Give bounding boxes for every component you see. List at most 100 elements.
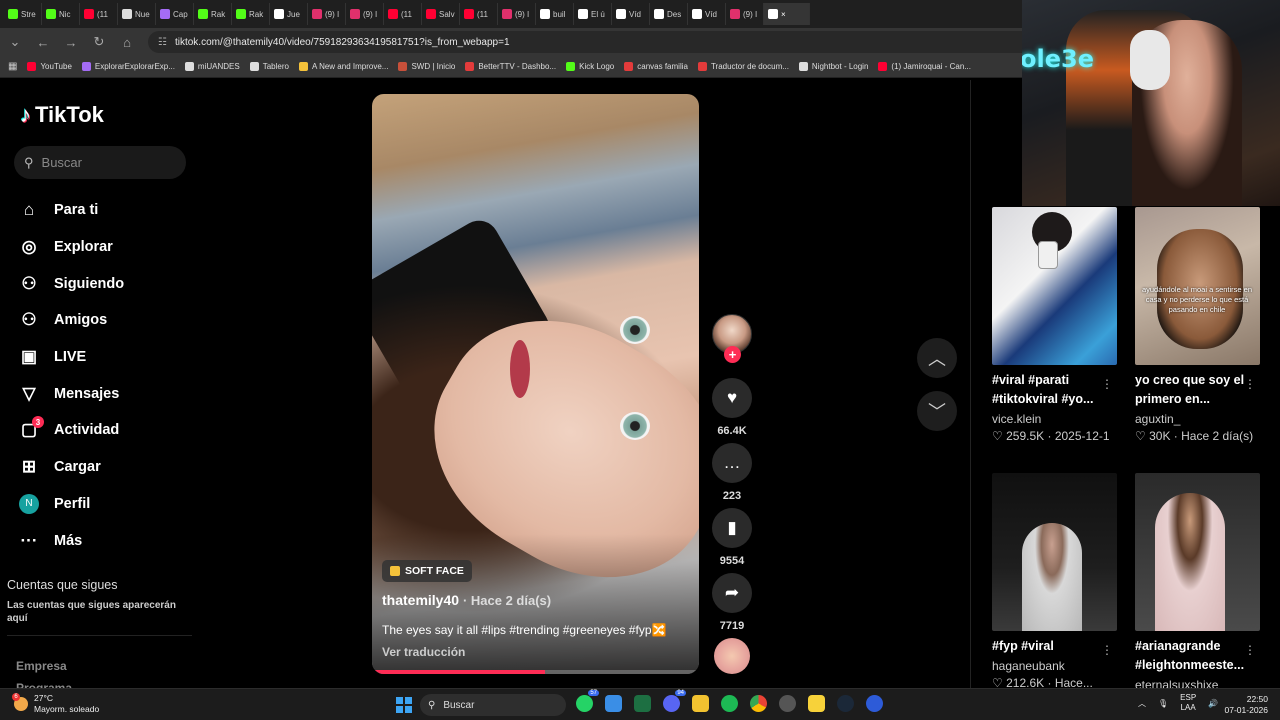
reload-icon[interactable]: ↻: [92, 34, 106, 50]
recommended-card[interactable]: #viral #parati #tiktokviral #yo... vice.…: [992, 207, 1117, 443]
previous-video-button[interactable]: ︿: [917, 338, 957, 378]
browser-tab[interactable]: Stre: [4, 3, 42, 25]
sound-disc[interactable]: [714, 638, 750, 674]
chrome-icon[interactable]: [750, 695, 767, 712]
taskbar-search[interactable]: ⚲ Buscar: [420, 694, 566, 716]
nav-item[interactable]: ⚇ Amigos: [18, 302, 198, 339]
nav-item[interactable]: ▽ Mensajes: [18, 375, 198, 412]
author-handle[interactable]: thatemily40: [382, 592, 459, 608]
browser-tab[interactable]: Rak: [232, 3, 270, 25]
file-explorer-icon[interactable]: [692, 695, 709, 712]
card-title[interactable]: #viral #parati #tiktokviral #yo...: [992, 371, 1102, 409]
bookmark-item[interactable]: Nightbot - Login: [798, 62, 868, 71]
discord-icon[interactable]: 94: [663, 690, 686, 712]
browser-tab[interactable]: ×: [764, 3, 810, 25]
weather-widget[interactable]: 6 27°C Mayorm. soleado: [12, 693, 99, 715]
clock[interactable]: 22:50 07-01-2026: [1222, 694, 1268, 716]
effect-tag[interactable]: SOFT FACE: [382, 560, 472, 582]
bookmark-item[interactable]: miUANDES: [184, 62, 240, 71]
card-author[interactable]: vice.klein: [992, 412, 1117, 426]
recommended-card[interactable]: #arianagrande #leightonmeeste... eternal…: [1135, 473, 1260, 692]
bookmark-item[interactable]: YouTube: [27, 62, 72, 71]
browser-tab[interactable]: (9) I: [726, 3, 764, 25]
windows-start-icon[interactable]: [396, 697, 412, 713]
browser-tab[interactable]: El ú: [574, 3, 612, 25]
card-more-icon[interactable]: ⋮: [1244, 377, 1256, 391]
browser-tab[interactable]: (9) I: [308, 3, 346, 25]
browser-tab[interactable]: Des: [650, 3, 688, 25]
recommended-card[interactable]: ayudándole al moai a sentirse en casa y …: [1135, 207, 1260, 443]
card-thumbnail[interactable]: [992, 207, 1117, 365]
tiktok-logo[interactable]: ♪ TikTok: [20, 102, 104, 128]
notepad-icon[interactable]: [605, 695, 622, 712]
microphone-icon[interactable]: 🎙: [1158, 699, 1168, 708]
bookmark-item[interactable]: A New and Improve...: [298, 62, 388, 71]
forward-icon[interactable]: →: [64, 35, 78, 50]
nav-item[interactable]: ··· Más: [18, 522, 198, 559]
bookmark-item[interactable]: (1) Jamiroquai - Can...: [878, 62, 971, 71]
bookmark-item[interactable]: canvas familia: [624, 62, 688, 71]
battlenet-icon[interactable]: [866, 695, 883, 712]
card-thumbnail[interactable]: [992, 473, 1117, 631]
search-input[interactable]: ⚲ Buscar: [14, 146, 186, 179]
sticky-notes-icon[interactable]: [808, 695, 825, 712]
browser-tab[interactable]: (11: [80, 3, 118, 25]
share-button[interactable]: ➦: [712, 573, 752, 613]
whatsapp-icon[interactable]: 57: [576, 690, 599, 712]
browser-tab[interactable]: (9) I: [498, 3, 536, 25]
card-title[interactable]: #arianagrande #leightonmeeste...: [1135, 637, 1245, 675]
footer-link-empresa[interactable]: Empresa: [16, 655, 72, 677]
browser-tab[interactable]: (11: [384, 3, 422, 25]
browser-tab[interactable]: Cap: [156, 3, 194, 25]
bookmark-item[interactable]: ExplorarExplorarExp...: [81, 62, 175, 71]
card-more-icon[interactable]: ⋮: [1101, 643, 1113, 657]
card-title[interactable]: yo creo que soy el primero en...: [1135, 371, 1245, 409]
browser-tab[interactable]: Víd: [688, 3, 726, 25]
apps-grid-icon[interactable]: ▦: [8, 61, 17, 72]
site-info-icon[interactable]: ☷: [158, 37, 167, 48]
video-author[interactable]: thatemily40 · Hace 2 día(s): [382, 592, 551, 608]
bookmark-item[interactable]: BetterTTV - Dashbo...: [465, 62, 556, 71]
nav-item[interactable]: N Perfil: [18, 486, 198, 523]
next-video-button[interactable]: ﹀: [917, 391, 957, 431]
nav-item[interactable]: ⌂ Para ti: [18, 192, 198, 229]
steam-icon[interactable]: [837, 695, 854, 712]
card-title[interactable]: #fyp #viral: [992, 637, 1102, 656]
spotify-icon[interactable]: [721, 695, 738, 712]
like-button[interactable]: ♥: [712, 378, 752, 418]
browser-tab[interactable]: buil: [536, 3, 574, 25]
card-thumbnail[interactable]: ayudándole al moai a sentirse en casa y …: [1135, 207, 1260, 365]
browser-tab[interactable]: Jue: [270, 3, 308, 25]
nav-item[interactable]: ▣ LIVE: [18, 339, 198, 376]
nav-item[interactable]: ⊞ Cargar: [18, 449, 198, 486]
excel-icon[interactable]: [634, 695, 651, 712]
card-more-icon[interactable]: ⋮: [1244, 643, 1256, 657]
volume-icon[interactable]: 🔊: [1208, 699, 1218, 708]
card-thumbnail[interactable]: [1135, 473, 1260, 631]
recommended-card[interactable]: #fyp #viral haganeubank ♡ 212.6K · Hace.…: [992, 473, 1117, 690]
home-icon[interactable]: ⌂: [120, 35, 134, 50]
bookmark-item[interactable]: Kick Logo: [566, 62, 614, 71]
browser-tab[interactable]: Nue: [118, 3, 156, 25]
browser-tab[interactable]: (11: [460, 3, 498, 25]
nav-item[interactable]: ▢ 3 Actividad: [18, 412, 198, 449]
language-indicator[interactable]: ESP LAA: [1180, 693, 1196, 713]
browser-tab[interactable]: Rak: [194, 3, 232, 25]
video-progress-bar[interactable]: [372, 670, 699, 674]
card-more-icon[interactable]: ⋮: [1101, 377, 1113, 391]
nav-item[interactable]: ⚇ Siguiendo: [18, 265, 198, 302]
url-field[interactable]: ☷ tiktok.com/@thatemily40/video/75918293…: [148, 31, 1048, 53]
browser-tab[interactable]: (9) I: [346, 3, 384, 25]
card-author[interactable]: aguxtin_: [1135, 412, 1260, 426]
comment-button[interactable]: …: [712, 443, 752, 483]
video-player[interactable]: SOFT FACE thatemily40 · Hace 2 día(s) Th…: [372, 94, 699, 674]
card-author[interactable]: haganeubank: [992, 659, 1117, 673]
browser-tab[interactable]: Salv: [422, 3, 460, 25]
bookmark-item[interactable]: Tablero: [249, 62, 289, 71]
bookmark-item[interactable]: Traductor de docum...: [697, 62, 789, 71]
tab-search-icon[interactable]: ⌄: [8, 34, 22, 50]
browser-tab[interactable]: Nic: [42, 3, 80, 25]
follow-plus-button[interactable]: +: [724, 346, 741, 363]
tray-chevron-icon[interactable]: ︿: [1138, 698, 1146, 709]
obs-icon[interactable]: [779, 695, 796, 712]
